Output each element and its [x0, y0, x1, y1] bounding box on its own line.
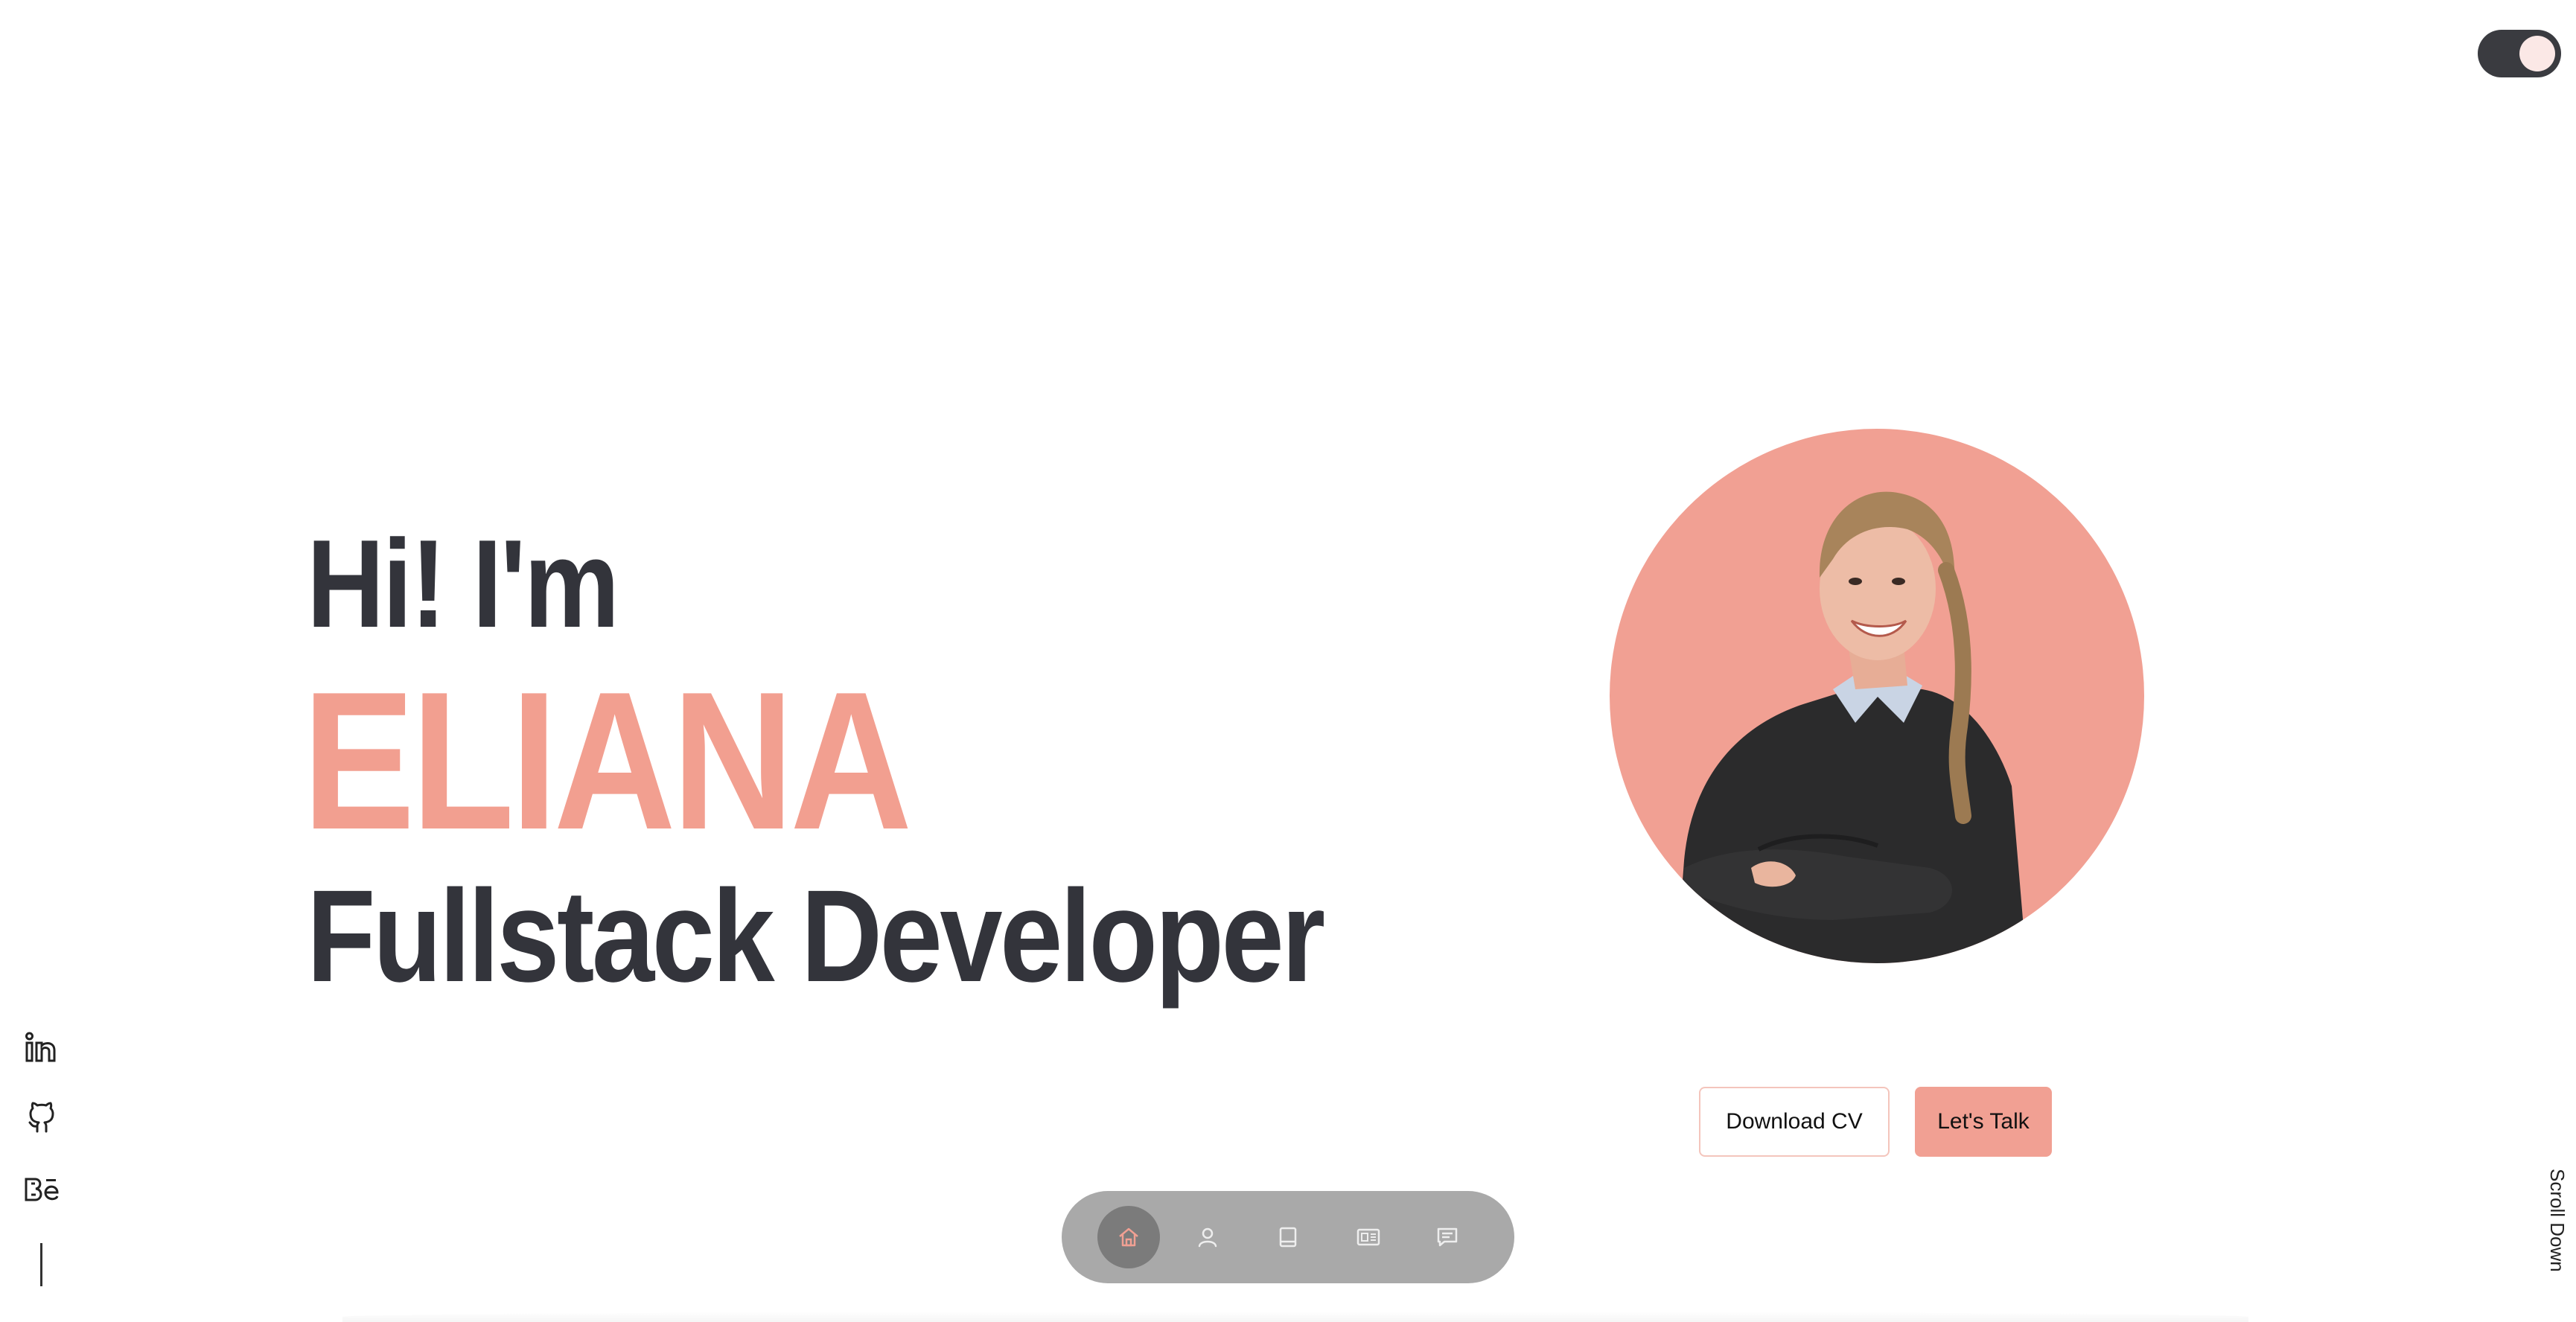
linkedin-icon[interactable]	[21, 1027, 63, 1069]
nav-portfolio[interactable]	[1337, 1206, 1400, 1268]
avatar-illustration	[1677, 491, 2027, 963]
news-icon	[1356, 1228, 1380, 1246]
nav-experience[interactable]	[1257, 1206, 1319, 1268]
user-icon	[1198, 1227, 1217, 1248]
social-divider-line	[40, 1243, 42, 1286]
name-text: ELIANA	[302, 651, 912, 870]
home-icon	[1119, 1227, 1138, 1247]
behance-icon[interactable]	[21, 1169, 63, 1210]
nav-contact[interactable]	[1416, 1206, 1479, 1268]
message-icon	[1437, 1227, 1458, 1247]
theme-toggle-knob	[2519, 36, 2555, 71]
book-icon	[1279, 1227, 1297, 1248]
nav-about[interactable]	[1176, 1206, 1239, 1268]
download-cv-button[interactable]: Download CV	[1699, 1087, 1890, 1157]
page: Hi! I'm ELIANA Fullstack Developer Downl…	[0, 0, 2576, 1322]
greeting-text: Hi! I'm	[307, 514, 619, 654]
footer-shadow	[342, 1312, 2248, 1322]
scroll-down-link[interactable]: Scroll Down	[2545, 1169, 2569, 1272]
avatar	[1610, 429, 2144, 963]
bottom-nav	[1062, 1191, 1514, 1283]
github-icon[interactable]	[21, 1097, 63, 1139]
lets-talk-button[interactable]: Let's Talk	[1915, 1087, 2052, 1157]
theme-toggle[interactable]	[2478, 30, 2561, 77]
nav-home[interactable]	[1097, 1206, 1160, 1268]
role-text: Fullstack Developer	[307, 863, 1325, 1009]
